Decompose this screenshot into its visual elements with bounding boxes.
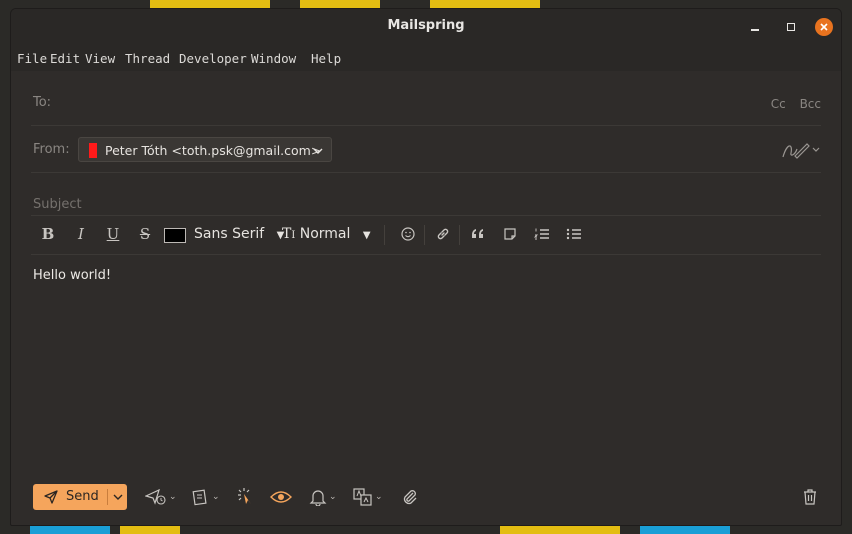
send-label: Send (66, 489, 99, 504)
menu-view[interactable]: View (85, 51, 115, 66)
chevron-down-icon: ⌄ (329, 492, 337, 502)
emoji-button[interactable] (398, 223, 418, 245)
bold-button[interactable]: B (39, 223, 57, 245)
translate-button[interactable]: ⌄ (353, 486, 383, 508)
font-family-value: Sans Serif (194, 226, 265, 242)
signature-icon (782, 143, 820, 159)
font-size-select[interactable]: TI Normal ▼ (282, 226, 371, 242)
bullet-list-icon (566, 228, 581, 240)
menu-file[interactable]: File (17, 51, 47, 66)
to-field[interactable]: To: Cc Bcc (31, 71, 821, 126)
dropdown-arrow-icon: ▼ (362, 230, 371, 241)
menu-developer[interactable]: Developer (179, 51, 247, 66)
text-color-button[interactable] (164, 228, 186, 243)
maximize-button[interactable] (782, 18, 800, 36)
signature-button[interactable] (781, 139, 821, 161)
chevron-down-icon: ⌄ (169, 492, 177, 502)
link-button[interactable] (433, 223, 453, 245)
emoji-icon (401, 227, 415, 241)
discard-draft-button[interactable] (801, 486, 819, 508)
toolbar-divider (459, 225, 460, 245)
attachment-icon (403, 490, 417, 505)
send-divider (107, 489, 108, 505)
send-later-icon (145, 488, 166, 505)
open-tracking-button[interactable] (270, 486, 292, 508)
open-tracking-icon (270, 491, 292, 503)
formatting-toolbar: B I U S Sans Serif ▼ TI Normal ▼ (31, 217, 821, 255)
account-color-swatch (89, 143, 97, 158)
font-size-value: Normal (299, 226, 351, 242)
underline-button[interactable]: U (104, 223, 122, 245)
quote-icon (472, 229, 483, 238)
from-account-select[interactable]: Peter Tóth <toth.psk@gmail.com> (78, 137, 332, 162)
minimize-button[interactable] (746, 18, 764, 36)
menu-edit[interactable]: Edit (50, 51, 80, 66)
subject-input[interactable]: Subject (33, 197, 82, 212)
subject-field[interactable]: Subject (31, 172, 821, 216)
send-icon (44, 490, 58, 504)
mailspring-window: Mailspring File Edit View Thread Develop… (10, 8, 842, 526)
menu-thread[interactable]: Thread (125, 51, 170, 66)
title-bar: Mailspring (11, 9, 841, 46)
chevron-down-icon (313, 148, 323, 154)
from-label: From: (33, 142, 70, 157)
window-title: Mailspring (387, 18, 465, 33)
note-button[interactable] (500, 223, 520, 245)
close-icon (820, 23, 828, 31)
to-label: To: (33, 95, 52, 110)
attach-button[interactable] (401, 486, 419, 508)
reminder-icon (309, 490, 327, 506)
menu-bar: File Edit View Thread Developer Window H… (11, 46, 841, 71)
menu-window[interactable]: Window (251, 51, 296, 66)
menu-help[interactable]: Help (311, 51, 341, 66)
from-field: From: Peter Tóth <toth.psk@gmail.com> (31, 125, 821, 173)
numbered-list-button[interactable] (532, 223, 552, 245)
bcc-button[interactable]: Bcc (800, 97, 821, 111)
compose-action-bar: Send ⌄ ⌄ ⌄ ⌄ (11, 475, 841, 525)
send-options-chevron-icon[interactable] (113, 489, 123, 505)
link-tracking-icon (238, 488, 251, 504)
quote-button[interactable] (468, 223, 488, 245)
note-icon (504, 228, 516, 240)
translate-icon (353, 488, 372, 506)
bullet-list-button[interactable] (564, 223, 584, 245)
italic-button[interactable]: I (72, 223, 90, 245)
templates-icon (192, 489, 207, 506)
from-account-value: Peter Tóth <toth.psk@gmail.com> (105, 143, 322, 158)
templates-button[interactable]: ⌄ (192, 486, 220, 508)
text-size-icon: TI (282, 226, 296, 242)
send-later-button[interactable]: ⌄ (145, 486, 177, 508)
reminder-button[interactable]: ⌄ (309, 486, 337, 508)
toolbar-divider (384, 225, 385, 245)
close-button[interactable] (815, 18, 833, 36)
message-body[interactable]: Hello world! (33, 268, 111, 283)
strikethrough-button[interactable]: S (136, 223, 154, 245)
font-family-select[interactable]: Sans Serif ▼ (194, 226, 284, 242)
send-button[interactable]: Send (33, 484, 127, 510)
toolbar-divider (424, 225, 425, 245)
link-tracking-button[interactable] (236, 486, 256, 508)
link-icon (437, 228, 449, 240)
cc-button[interactable]: Cc (771, 97, 786, 111)
numbered-list-icon (534, 228, 549, 240)
chevron-down-icon: ⌄ (212, 492, 220, 502)
trash-icon (804, 489, 816, 505)
chevron-down-icon: ⌄ (375, 492, 383, 502)
